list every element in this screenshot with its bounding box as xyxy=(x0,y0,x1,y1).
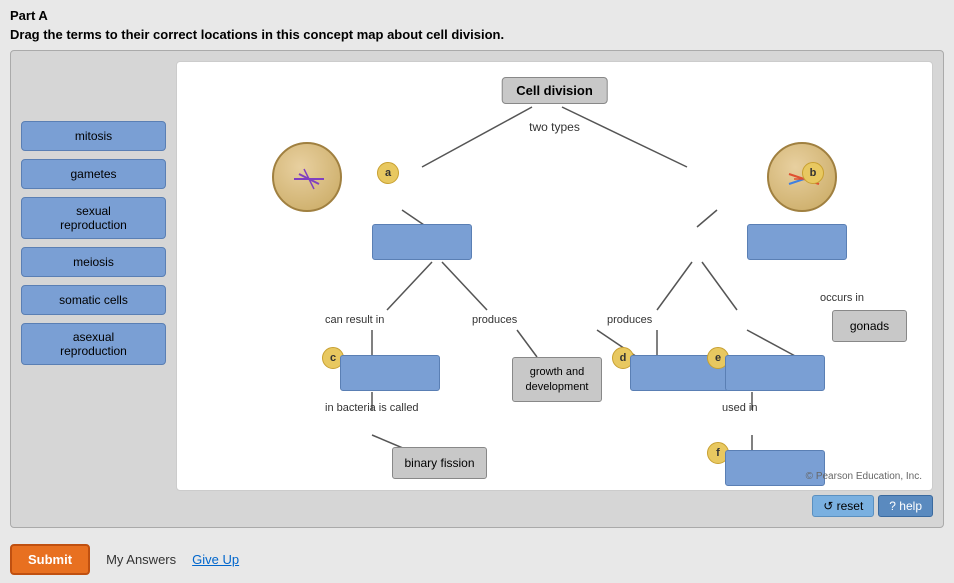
term-mitosis[interactable]: mitosis xyxy=(21,121,166,151)
term-asexual-reproduction[interactable]: asexual reproduction xyxy=(21,323,166,365)
help-button[interactable]: ? help xyxy=(878,495,933,517)
footer: Submit My Answers Give Up xyxy=(0,536,954,583)
occurs-in-label: occurs in xyxy=(820,292,864,304)
cell-division-title: Cell division xyxy=(501,77,608,104)
cell-image-left xyxy=(272,142,342,212)
term-somatic-cells[interactable]: somatic cells xyxy=(21,285,166,315)
in-bacteria-label: in bacteria is called xyxy=(325,402,419,414)
terms-sidebar: mitosis gametes sexual reproduction meio… xyxy=(21,61,166,491)
term-sexual-reproduction[interactable]: sexual reproduction xyxy=(21,197,166,239)
part-label: Part A xyxy=(10,8,944,23)
binary-fission-box: binary fission xyxy=(392,447,487,479)
give-up-link[interactable]: Give Up xyxy=(192,552,239,567)
my-answers-label: My Answers xyxy=(106,552,176,567)
submit-button[interactable]: Submit xyxy=(10,544,90,575)
content-area: mitosis gametes sexual reproduction meio… xyxy=(21,61,933,491)
instructions: Drag the terms to their correct location… xyxy=(10,27,944,42)
answer-box-a[interactable] xyxy=(372,224,472,260)
two-types-label: two types xyxy=(529,120,580,134)
gonads-box: gonads xyxy=(832,310,907,342)
used-in-label: used in xyxy=(722,402,757,414)
circle-label-a: a xyxy=(377,162,399,184)
answer-box-c[interactable] xyxy=(340,355,440,391)
growth-development-box: growth and development xyxy=(512,357,602,402)
term-meiosis[interactable]: meiosis xyxy=(21,247,166,277)
concept-map: Cell division two types xyxy=(176,61,933,491)
bottom-bar: ↺ reset ? help xyxy=(21,491,933,517)
copyright: © Pearson Education, Inc. xyxy=(806,471,922,482)
answer-box-b[interactable] xyxy=(747,224,847,260)
produces-right-label: produces xyxy=(607,314,652,326)
can-result-in-label: can result in xyxy=(325,314,384,326)
circle-label-b: b xyxy=(802,162,824,184)
reset-button[interactable]: ↺ reset xyxy=(812,495,874,517)
produces-left-label: produces xyxy=(472,314,517,326)
main-container: mitosis gametes sexual reproduction meio… xyxy=(10,50,944,528)
term-gametes[interactable]: gametes xyxy=(21,159,166,189)
answer-box-e[interactable] xyxy=(725,355,825,391)
